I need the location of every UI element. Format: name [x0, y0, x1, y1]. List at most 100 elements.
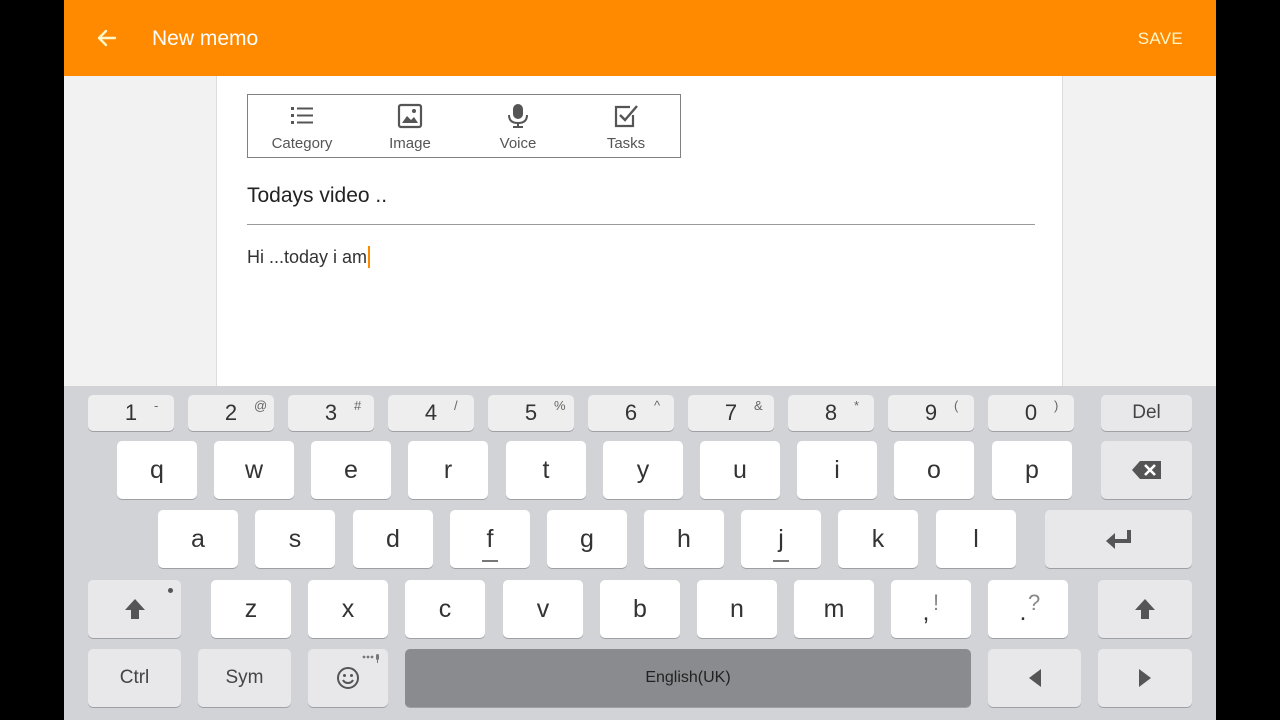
shift-key-right-glyph	[1098, 580, 1192, 638]
key-q[interactable]: q	[117, 441, 197, 499]
memo-title-field[interactable]: Todays video ..	[247, 184, 387, 208]
key-1[interactable]: 1-	[88, 395, 174, 431]
app-bar: New memo SAVE	[64, 0, 1216, 76]
key-s[interactable]: s	[255, 510, 335, 568]
key-0[interactable]: 0)	[988, 395, 1074, 431]
key-label: d	[386, 524, 400, 553]
key-f[interactable]: f	[450, 510, 530, 568]
key-5[interactable]: 5%	[488, 395, 574, 431]
key-label: k	[871, 524, 885, 553]
key-c[interactable]: c	[405, 580, 485, 638]
save-button[interactable]: SAVE	[1138, 29, 1183, 49]
key-label: u	[733, 455, 747, 484]
key-period[interactable]: . ?	[988, 580, 1068, 638]
key-label: Del	[1132, 402, 1161, 423]
key-x[interactable]: x	[308, 580, 388, 638]
key-b[interactable]: b	[600, 580, 680, 638]
key-sublabel: -	[154, 398, 159, 413]
enter-key[interactable]	[1045, 510, 1192, 568]
space-bar[interactable]: English(UK)	[405, 649, 971, 707]
key-3[interactable]: 3 #	[288, 395, 374, 431]
key-label: o	[927, 455, 941, 484]
key-sublabel: %	[554, 398, 566, 413]
key-9[interactable]: 9(	[888, 395, 974, 431]
shift-icon	[124, 599, 145, 619]
memo-body-field[interactable]: Hi ...today i am	[247, 245, 371, 269]
key-sublabel: &	[754, 398, 763, 413]
memo-body-text: Hi ...today i am	[247, 247, 368, 267]
key-6[interactable]: 6 ^	[588, 395, 674, 431]
key-w[interactable]: w	[214, 441, 294, 499]
key-n[interactable]: n	[697, 580, 777, 638]
ctrl-key[interactable]: Ctrl	[88, 649, 181, 707]
back-button[interactable]	[94, 24, 120, 52]
key-p[interactable]: p	[992, 441, 1072, 499]
key-t[interactable]: t	[506, 441, 586, 499]
key-label: a	[191, 524, 205, 553]
key-8[interactable]: 8 *	[788, 395, 874, 431]
image-button[interactable]: Image	[356, 95, 464, 157]
key-a[interactable]: a	[158, 510, 238, 568]
key-l[interactable]: l	[936, 510, 1016, 568]
key-label: y	[636, 455, 650, 484]
key-y[interactable]: y	[603, 441, 683, 499]
more-options-icon	[362, 654, 379, 663]
tasks-label: Tasks	[606, 135, 646, 152]
key-4[interactable]: 4/	[388, 395, 474, 431]
key-sublabel: /	[454, 398, 458, 413]
key-label: r	[443, 455, 453, 484]
list-icon	[291, 107, 313, 124]
cursor-left-key[interactable]	[988, 649, 1081, 707]
cursor-right-glyph	[1098, 649, 1192, 707]
key-r[interactable]: r	[408, 441, 488, 499]
cursor-right-key[interactable]	[1098, 649, 1192, 707]
key-o[interactable]: o	[894, 441, 974, 499]
key-sublabel: *	[854, 398, 860, 413]
tasks-button[interactable]: Tasks	[572, 95, 680, 157]
key-2[interactable]: 2 @	[188, 395, 274, 431]
key-v[interactable]: v	[503, 580, 583, 638]
key-k[interactable]: k	[838, 510, 918, 568]
key-j[interactable]: j	[741, 510, 821, 568]
arrow-right-icon	[1139, 669, 1151, 687]
memo-editor: Category Image Voice Tasks Todays video …	[216, 76, 1063, 386]
key-label: Ctrl	[119, 667, 150, 688]
smiley-icon	[337, 667, 359, 689]
shift-key-right[interactable]	[1098, 580, 1192, 638]
backspace-key-glyph	[1101, 441, 1192, 499]
key-sublabel: !	[933, 590, 940, 615]
key-m[interactable]: m	[794, 580, 874, 638]
key-comma[interactable]: , !	[891, 580, 971, 638]
key-label: h	[677, 524, 691, 553]
enter-icon	[1105, 530, 1131, 549]
key-g[interactable]: g	[547, 510, 627, 568]
cursor-left-glyph	[988, 649, 1081, 707]
key-u[interactable]: u	[700, 441, 780, 499]
key-label: b	[633, 594, 647, 623]
key-label: t	[542, 455, 550, 484]
image-icon	[397, 103, 423, 129]
category-button[interactable]: Category	[248, 95, 356, 157]
key-d[interactable]: d	[353, 510, 433, 568]
key-sublabel: @	[254, 398, 268, 413]
memo-toolbar: Category Image Voice Tasks	[247, 94, 681, 158]
key-7[interactable]: 7 &	[688, 395, 774, 431]
voice-button[interactable]: Voice	[464, 95, 572, 157]
key-label: z	[244, 594, 258, 623]
onscreen-keyboard: 1- 2 @ 3 # 4/ 5% 6 ^ 7 & 8 * 9( 0) Del q w e …	[64, 386, 1216, 720]
key-e[interactable]: e	[311, 441, 391, 499]
key-label: 1	[124, 400, 138, 425]
backspace-key[interactable]	[1101, 441, 1192, 499]
shift-key-left[interactable]	[88, 580, 181, 638]
caps-indicator-dot	[168, 588, 173, 593]
key-h[interactable]: h	[644, 510, 724, 568]
key-i[interactable]: i	[797, 441, 877, 499]
key-label: e	[344, 455, 358, 484]
checkbox-icon	[614, 105, 638, 128]
del-key[interactable]: Del	[1101, 395, 1192, 431]
key-label: 6	[624, 400, 638, 425]
emoji-key[interactable]	[308, 649, 388, 707]
key-sublabel: ^	[654, 398, 661, 413]
key-z[interactable]: z	[211, 580, 291, 638]
sym-key[interactable]: Sym	[198, 649, 291, 707]
